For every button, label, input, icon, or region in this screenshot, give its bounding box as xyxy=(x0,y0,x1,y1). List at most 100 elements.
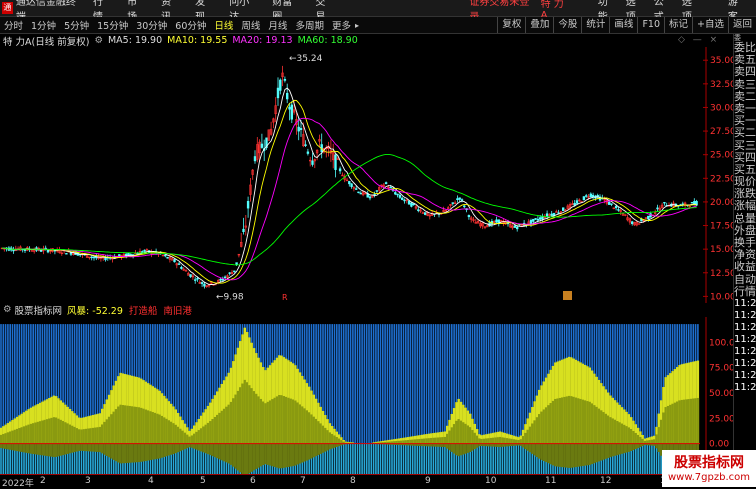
event-marker-icon[interactable] xyxy=(563,291,572,300)
kline-chart[interactable]: 35.0032.5030.0027.5025.0022.5020.0017.50… xyxy=(0,47,733,303)
indicator-fill-neg xyxy=(239,444,241,473)
indicator-bar-bottom xyxy=(515,444,517,474)
period-monthly[interactable]: 月线 xyxy=(264,18,291,32)
indicator-fill-neg xyxy=(453,444,455,454)
indicator-bar-bottom xyxy=(417,444,419,474)
indicator-fill-neg xyxy=(301,444,303,463)
quote-side-panel: 委 委比卖五卖四卖三卖二卖一买一买二买三买四买五现价涨跌涨幅总量外盘换手净资收益… xyxy=(733,34,756,487)
indicator-bar-bottom xyxy=(497,444,499,474)
indicator-fill-dark xyxy=(589,402,591,444)
indicator-bar-bottom xyxy=(364,444,366,474)
indicator-fill-dark xyxy=(414,439,416,443)
candle-body xyxy=(408,201,410,204)
indicator-fill-neg xyxy=(27,444,29,454)
indicator-header: ⚙ 股票指标网 风暴: -52.29 打造船 南旧港 xyxy=(0,303,198,316)
indicator-fill-dark xyxy=(142,409,144,444)
indicator-bar-bottom xyxy=(506,444,508,474)
indicator-fill-dark xyxy=(326,430,328,443)
indicator-fill-dark xyxy=(163,417,165,443)
stats-button[interactable]: 统计 xyxy=(581,17,609,33)
candle-body xyxy=(358,192,360,193)
indicator-fill-dark xyxy=(172,423,174,443)
candle-body xyxy=(279,80,281,90)
indicator-fill-dark xyxy=(432,438,434,444)
period-60min[interactable]: 60分钟 xyxy=(171,18,210,32)
minimize-icon[interactable]: — xyxy=(693,35,702,45)
indicator-fill-neg xyxy=(200,444,202,452)
indicator-fill-neg xyxy=(182,444,184,451)
indicator-bar-top xyxy=(357,324,359,444)
watermark-logo: 股票指标网 www.7gpzb.com xyxy=(662,450,756,487)
indicator-fill-dark xyxy=(651,440,653,444)
indicator-fill-neg xyxy=(550,444,552,465)
indicator-fill-neg xyxy=(147,444,149,461)
indicator-fill-neg xyxy=(179,444,181,452)
period-weekly[interactable]: 周线 xyxy=(237,18,264,32)
indicator-fill-dark xyxy=(246,382,248,443)
period-5min[interactable]: 5分钟 xyxy=(60,18,93,32)
indicator-fill-neg xyxy=(320,444,322,454)
indicator-fill-dark xyxy=(230,402,232,444)
indicator-fill-neg xyxy=(257,444,259,468)
overlay-button[interactable]: 叠加 xyxy=(525,17,553,33)
indicator-bar-top xyxy=(423,324,425,444)
indicator-chart[interactable]: 100.0075.0050.0025.000.00-25.00 xyxy=(0,317,733,474)
indicator-fill-neg xyxy=(225,444,227,463)
gear-icon[interactable]: ⚙ xyxy=(94,35,103,46)
candle-body xyxy=(105,258,107,260)
period-fenshi[interactable]: 分时 xyxy=(0,18,27,32)
candle-body xyxy=(576,201,578,204)
f10-button[interactable]: F10 xyxy=(637,17,664,33)
diamond-icon[interactable]: ◇ xyxy=(678,35,685,45)
close-icon[interactable]: × xyxy=(710,35,718,45)
indicator-fill-neg xyxy=(278,444,280,469)
indicator-bar-bottom xyxy=(642,444,644,474)
indicator-fill-neg xyxy=(57,444,59,457)
period-30min[interactable]: 30分钟 xyxy=(132,18,171,32)
indicator-bar-bottom xyxy=(428,444,430,474)
indicator-bar-top xyxy=(387,324,389,444)
add-watchlist-button[interactable]: +自选 xyxy=(692,17,728,33)
side-time: 11:20 xyxy=(734,382,756,394)
draw-line-button[interactable]: 画线 xyxy=(609,17,637,33)
chevron-right-icon[interactable]: ▸ xyxy=(355,21,359,30)
mark-button[interactable]: 标记 xyxy=(664,17,692,33)
candle-body xyxy=(298,127,300,131)
indicator-fill-dark xyxy=(598,409,600,444)
candle-body xyxy=(608,202,610,204)
indicator-fill-neg xyxy=(658,444,660,452)
indicator-bar-bottom xyxy=(384,444,386,474)
indicator-fill-neg xyxy=(140,444,142,462)
indicator-bar-bottom xyxy=(359,444,361,474)
indicator-bar-top xyxy=(334,324,336,444)
date-tick-label: 9 xyxy=(425,476,431,486)
side-time: 11:20 xyxy=(734,298,756,310)
indicator-fill-neg xyxy=(563,444,565,468)
indicator-fill-dark xyxy=(552,401,554,444)
period-daily[interactable]: 日线 xyxy=(210,18,237,32)
indicator-fill-neg xyxy=(149,444,151,460)
indicator-fill-dark xyxy=(681,400,683,444)
back-button[interactable]: 返回 xyxy=(728,17,756,33)
jingu-button[interactable]: 今股 xyxy=(553,17,581,33)
indicator-bar-bottom xyxy=(407,444,409,474)
indicator-fill-neg xyxy=(313,444,315,458)
indicator-fill-dark xyxy=(688,399,690,444)
indicator-fill-dark xyxy=(85,429,87,444)
indicator-bar-top xyxy=(373,324,375,444)
indicator-fill-dark xyxy=(566,396,568,443)
period-more[interactable]: 更多 xyxy=(328,18,355,32)
indicator-fill-dark xyxy=(131,406,133,443)
indicator-fill-dark xyxy=(25,425,27,443)
indicator-fill-dark xyxy=(538,414,540,444)
gear-icon-2[interactable]: ⚙ xyxy=(3,304,12,315)
indicator-bar-bottom xyxy=(361,444,363,474)
period-15min[interactable]: 15分钟 xyxy=(93,18,132,32)
indicator-fill-dark xyxy=(170,422,172,444)
period-multi[interactable]: 多周期 xyxy=(291,18,328,32)
fuquan-button[interactable]: 复权 xyxy=(497,17,525,33)
indicator-fill-neg xyxy=(159,444,161,459)
indicator-bar-bottom xyxy=(405,444,407,474)
indicator-fill-dark xyxy=(517,440,519,444)
period-1min[interactable]: 1分钟 xyxy=(27,18,60,32)
